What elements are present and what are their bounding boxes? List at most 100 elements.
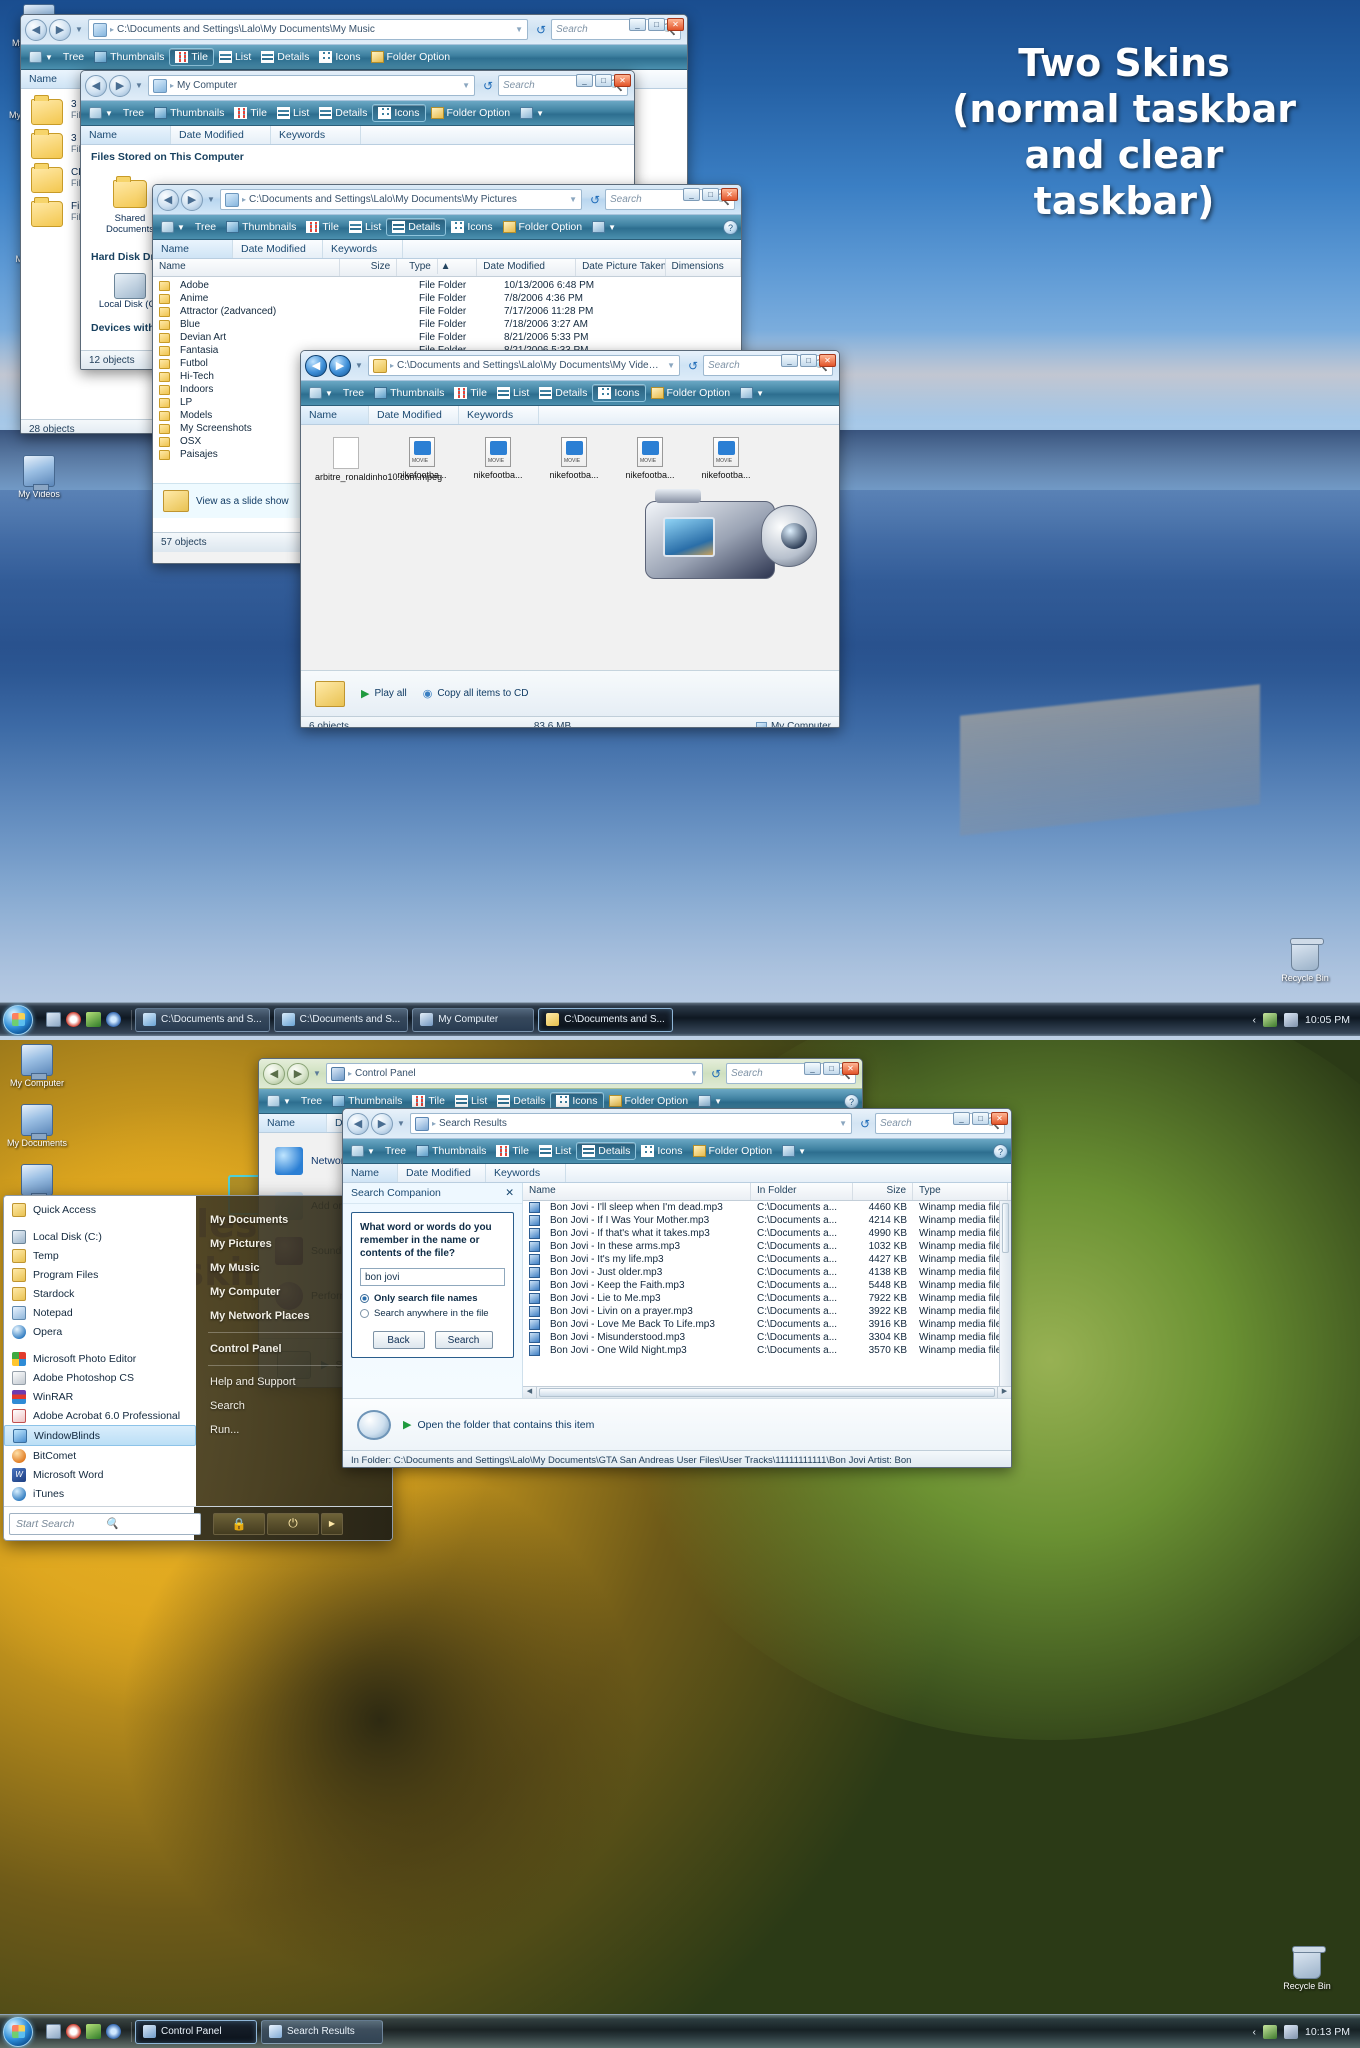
taskbar-item-3[interactable]: My Computer: [412, 1007, 535, 1032]
table-row[interactable]: Bon Jovi - Misunderstood.mp3 C:\Documents…: [523, 1331, 1011, 1344]
folder-option-button[interactable]: Folder Option: [688, 1143, 778, 1159]
lock-button[interactable]: 🔒: [213, 1512, 265, 1535]
taskbar-item-2[interactable]: C:\Documents and S...: [273, 1007, 409, 1032]
power-button[interactable]: ⏻: [267, 1512, 319, 1535]
results-rows[interactable]: Bon Jovi - I'll sleep when I'm dead.mp3 C…: [523, 1201, 1011, 1357]
volume-icon[interactable]: [1284, 1012, 1299, 1027]
taskbar-item-control-panel[interactable]: Control Panel: [135, 2019, 257, 2044]
chevron-down-icon[interactable]: ▼: [515, 25, 523, 34]
network-icon[interactable]: [1263, 2024, 1278, 2039]
start-item-itunes[interactable]: iTunes: [4, 1484, 196, 1503]
chevron-down-icon[interactable]: ▼: [569, 195, 577, 204]
scroll-left-button[interactable]: ◀: [523, 1387, 537, 1398]
col-date-modified[interactable]: Date Modified: [398, 1164, 486, 1182]
table-row[interactable]: Bon Jovi - If I Was Your Mother.mp3 C:\Do…: [523, 1214, 1011, 1227]
start-item-local-disk[interactable]: Local Disk (C:): [4, 1227, 196, 1246]
view-stack-button[interactable]: ▼: [156, 219, 190, 235]
view-stack-button[interactable]: ▼: [304, 385, 338, 401]
start-menu-left-column[interactable]: Quick Access Local Disk (C:) Temp Progra…: [4, 1196, 196, 1526]
window-my-videos[interactable]: ◀ ▶ ▼ ▸ C:\Documents and Settings\Lalo\M…: [300, 350, 840, 728]
minimize-button[interactable]: _: [953, 1112, 970, 1125]
start-item-quick-access[interactable]: Quick Access: [4, 1200, 196, 1219]
forward-button[interactable]: ▶: [49, 18, 71, 41]
start-item-bitcomet[interactable]: BitComet: [4, 1446, 196, 1465]
maximize-button[interactable]: □: [702, 188, 719, 201]
view-stack-button[interactable]: ▼: [346, 1143, 380, 1159]
minimize-button[interactable]: _: [804, 1062, 821, 1075]
toolbar-my-music[interactable]: ▼ Tree Thumbnails Tile List Details Icon…: [21, 45, 687, 70]
col-header-size[interactable]: Size: [340, 259, 398, 276]
view-select-button[interactable]: ▼: [777, 1143, 811, 1159]
back-button[interactable]: Back: [372, 1331, 425, 1349]
forward-button[interactable]: ▶: [329, 354, 351, 377]
forward-button[interactable]: ▶: [181, 188, 203, 211]
titlebar-control-panel[interactable]: ◀ ▶ ▼ ▸ Control Panel ▼ ↺ Search 🔍 _ □ ✕: [259, 1059, 862, 1089]
tile-button[interactable]: Tile: [449, 385, 492, 401]
table-row[interactable]: Bon Jovi - Love Me Back To Life.mp3 C:\Do…: [523, 1318, 1011, 1331]
list-button[interactable]: List: [214, 49, 256, 65]
minimize-button[interactable]: _: [683, 188, 700, 201]
folder-option-button[interactable]: Folder Option: [646, 385, 736, 401]
refresh-icon[interactable]: ↺: [706, 1064, 726, 1084]
desktop-icon-recycle-bin[interactable]: Recycle Bin: [1272, 938, 1338, 984]
col-date-modified[interactable]: Date Modified: [171, 126, 271, 144]
start-menu[interactable]: Quick Access Local Disk (C:) Temp Progra…: [3, 1195, 393, 1541]
media-icon[interactable]: [86, 1012, 101, 1027]
tile-button[interactable]: Tile: [407, 1093, 450, 1109]
system-tray-top[interactable]: ‹ 10:05 PM: [1253, 1012, 1360, 1027]
taskbar-bottom[interactable]: Control Panel Search Results ‹ 10:13 PM: [0, 2014, 1360, 2048]
col-header-name[interactable]: Name: [153, 259, 341, 276]
col-date-modified[interactable]: Date Modified: [369, 406, 459, 424]
radio-search-anywhere[interactable]: Search anywhere in the file: [360, 1308, 505, 1319]
toolbar-my-computer[interactable]: ▼ Tree Thumbnails Tile List Details Icon…: [81, 101, 634, 126]
table-row[interactable]: Blue File Folder 7/18/2006 3:27 AM: [153, 318, 741, 331]
tree-button[interactable]: Tree: [190, 219, 221, 235]
folder-option-button[interactable]: Folder Option: [426, 105, 516, 121]
address-bar[interactable]: ▸ Control Panel ▼: [326, 1063, 703, 1084]
window-controls-my-computer[interactable]: _ □ ✕: [576, 74, 631, 87]
details-button[interactable]: Details: [314, 105, 372, 121]
col-header-type[interactable]: Type: [913, 1183, 1008, 1200]
window-controls-my-pictures[interactable]: _ □ ✕: [683, 188, 738, 201]
list-item[interactable]: MOVIE nikefootba...: [391, 437, 453, 483]
start-item-acrobat[interactable]: Adobe Acrobat 6.0 Professional: [4, 1406, 196, 1425]
close-icon[interactable]: ✕: [505, 1187, 514, 1199]
system-tray-bottom[interactable]: ‹ 10:13 PM: [1253, 2024, 1360, 2039]
window-controls-control-panel[interactable]: _ □ ✕: [804, 1062, 859, 1075]
folder-option-button[interactable]: Folder Option: [498, 219, 588, 235]
history-dropdown-icon[interactable]: ▼: [133, 81, 145, 90]
view-select-button[interactable]: ▼: [515, 105, 549, 121]
address-bar[interactable]: ▸ Search Results ▼: [410, 1113, 852, 1134]
toolbar-my-pictures[interactable]: ▼ Tree Thumbnails Tile List Details Icon…: [153, 215, 741, 240]
col-header-taken[interactable]: Date Picture Taken: [576, 259, 666, 276]
list-button[interactable]: List: [272, 105, 314, 121]
address-bar[interactable]: ▸ My Computer ▼: [148, 75, 475, 96]
col-keywords[interactable]: Keywords: [323, 240, 403, 258]
start-item-word[interactable]: W Microsoft Word: [4, 1465, 196, 1484]
table-row[interactable]: Adobe File Folder 10/13/2006 6:48 PM: [153, 279, 741, 292]
chevron-down-icon[interactable]: ▼: [690, 1069, 698, 1078]
window-controls-search-results[interactable]: _ □ ✕: [953, 1112, 1008, 1125]
task-pane-videos[interactable]: ▶ Play all ◉ Copy all items to CD: [301, 670, 839, 716]
refresh-icon[interactable]: ↺: [585, 190, 605, 210]
list-header-my-pictures[interactable]: Name Size Type ▲ Date Modified Date Pict…: [153, 259, 741, 277]
thumbnails-button[interactable]: Thumbnails: [411, 1143, 491, 1159]
refresh-icon[interactable]: ↺: [478, 76, 498, 96]
desktop-icon-my-computer-b[interactable]: My Computer: [4, 1044, 70, 1089]
open-containing-folder-button[interactable]: ▶ Open the folder that contains this ite…: [403, 1418, 594, 1432]
back-button[interactable]: ◀: [25, 18, 47, 41]
history-dropdown-icon[interactable]: ▼: [311, 1069, 323, 1078]
toolbar-my-videos[interactable]: ▼ Tree Thumbnails Tile List Details Icon…: [301, 381, 839, 406]
list-item[interactable]: MOVIE nikefootba...: [467, 437, 529, 483]
start-item-photoshop[interactable]: Adobe Photoshop CS: [4, 1368, 196, 1387]
clock[interactable]: 10:13 PM: [1305, 2026, 1350, 2038]
view-stack-button[interactable]: ▼: [24, 49, 58, 65]
titlebar-search-results[interactable]: ◀ ▶ ▼ ▸ Search Results ▼ ↺ Search 🔍 _ □ …: [343, 1109, 1011, 1139]
start-button[interactable]: [3, 1004, 33, 1035]
tree-button[interactable]: Tree: [296, 1093, 327, 1109]
start-item-temp[interactable]: Temp: [4, 1246, 196, 1265]
refresh-icon[interactable]: ↺: [855, 1114, 875, 1134]
history-dropdown-icon[interactable]: ▼: [395, 1119, 407, 1128]
back-button[interactable]: ◀: [305, 354, 327, 377]
taskbar-top[interactable]: C:\Documents and S... C:\Documents and S…: [0, 1002, 1360, 1036]
